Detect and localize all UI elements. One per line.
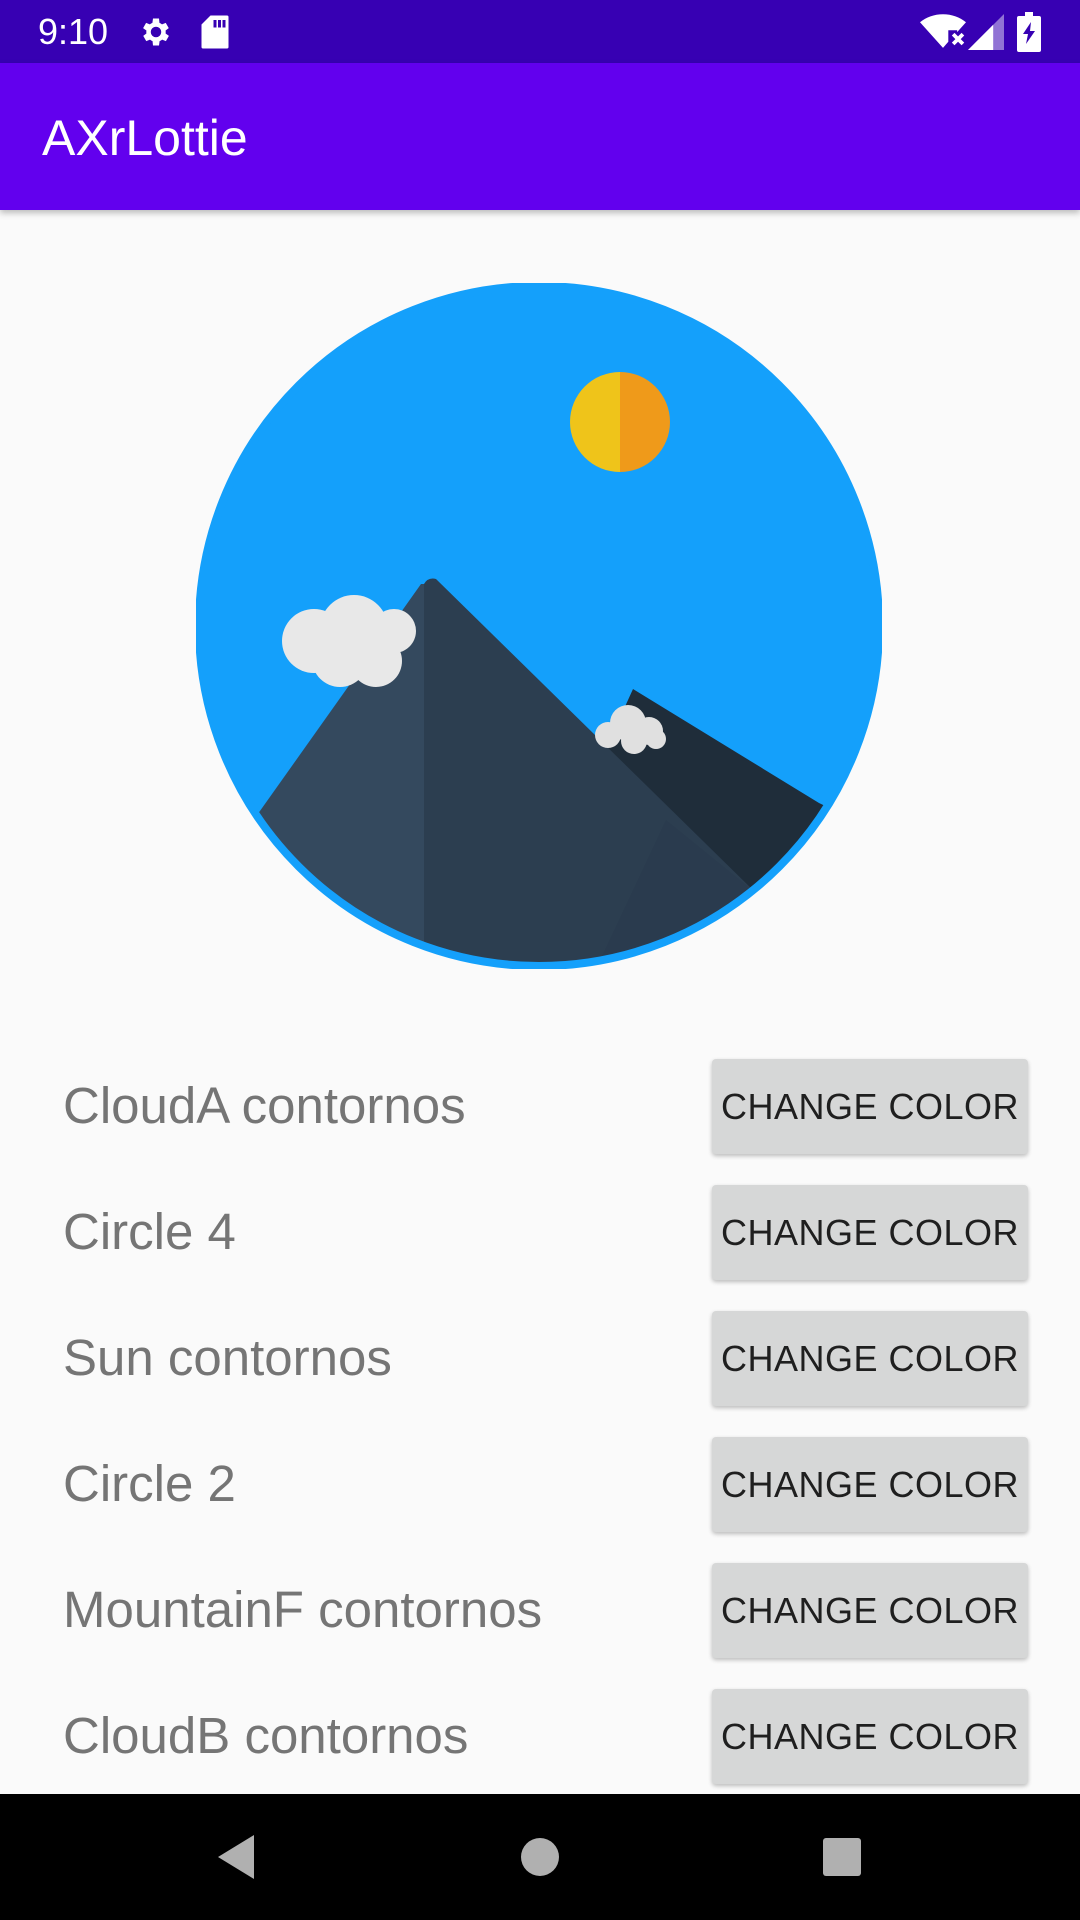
app-title: AXrLottie (42, 110, 248, 166)
layer-label: CloudB contornos (63, 1707, 469, 1764)
navigation-bar (0, 1794, 1080, 1920)
layer-label: Sun contornos (63, 1329, 392, 1386)
layer-row-mountainf: MountainF contornos CHANGE COLOR (0, 1560, 1080, 1660)
app-bar: AXrLottie (0, 63, 1080, 210)
sun (570, 372, 670, 472)
layer-row-clouda: CloudA contornos CHANGE COLOR (0, 1056, 1080, 1156)
battery-charging-icon (1017, 12, 1041, 52)
home-circle-icon[interactable] (514, 1831, 566, 1883)
wifi-no-internet-icon (920, 14, 966, 48)
status-time: 9:10 (38, 11, 109, 52)
layer-row-circle2: Circle 2 CHANGE COLOR (0, 1434, 1080, 1534)
layer-label: MountainF contornos (63, 1581, 543, 1638)
change-color-button[interactable]: CHANGE COLOR (712, 1563, 1028, 1658)
change-color-button[interactable]: CHANGE COLOR (712, 1311, 1028, 1406)
recents-square-icon[interactable] (816, 1831, 868, 1883)
cell-signal-icon (968, 14, 1004, 50)
back-triangle-icon[interactable] (212, 1831, 264, 1883)
sd-card-icon (201, 15, 229, 49)
layer-row-circle4: Circle 4 CHANGE COLOR (0, 1182, 1080, 1282)
change-color-button[interactable]: CHANGE COLOR (712, 1059, 1028, 1154)
layer-label: Circle 2 (63, 1455, 236, 1512)
layer-row-sun: Sun contornos CHANGE COLOR (0, 1308, 1080, 1408)
change-color-button[interactable]: CHANGE COLOR (712, 1437, 1028, 1532)
settings-gear-icon (143, 18, 169, 46)
layer-label: Circle 4 (63, 1203, 236, 1260)
layer-row-cloudb: CloudB contornos CHANGE COLOR (0, 1686, 1080, 1786)
layer-label: CloudA contornos (63, 1077, 466, 1134)
change-color-button[interactable]: CHANGE COLOR (712, 1185, 1028, 1280)
change-color-button[interactable]: CHANGE COLOR (712, 1689, 1028, 1784)
status-bar: 9:10 (0, 0, 1080, 63)
mountain-landscape-illustration (196, 283, 882, 969)
